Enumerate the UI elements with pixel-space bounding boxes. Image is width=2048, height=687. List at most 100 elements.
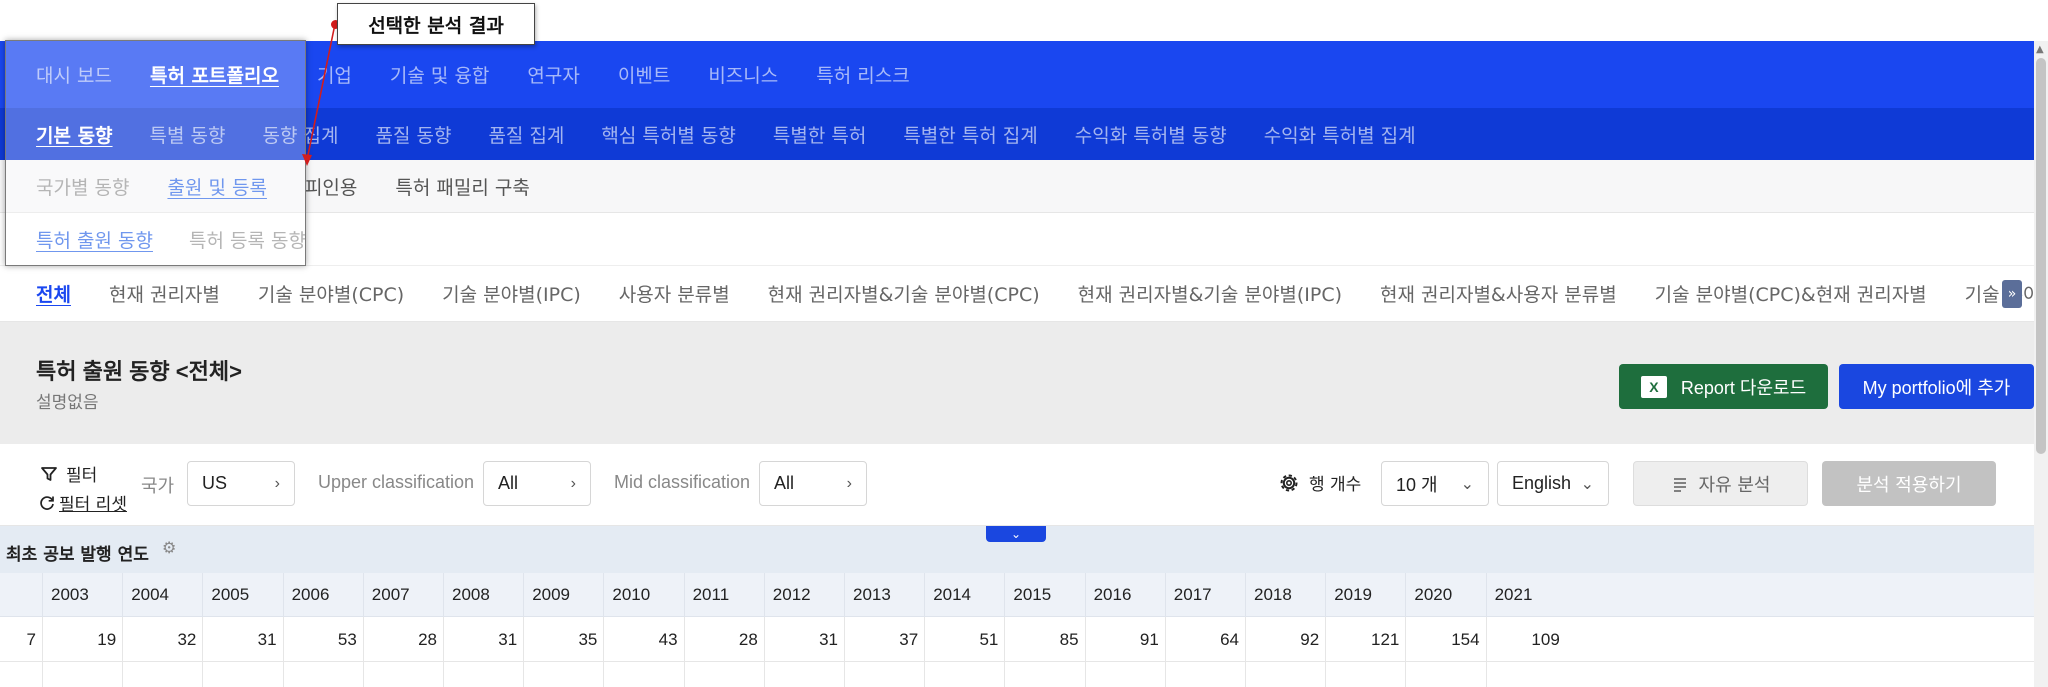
- sub-nav-item-7[interactable]: 특별한 특허 집계: [903, 121, 1037, 148]
- tab-item-9[interactable]: 기술 분야별(IPC)&현재 권리자별: [1965, 280, 2034, 307]
- third-nav-item-2[interactable]: 피인용: [305, 173, 357, 200]
- scrollbar-thumb[interactable]: [2036, 58, 2046, 454]
- tab-item-6[interactable]: 현재 권리자별&기술 분야별(IPC): [1078, 280, 1342, 307]
- chevron-right-icon: ›: [846, 474, 852, 492]
- table-cell: 91: [1084, 617, 1165, 662]
- sub-nav-item-5[interactable]: 핵심 특허별 동향: [601, 121, 735, 148]
- report-download-button[interactable]: X Report 다운로드: [1619, 364, 1828, 409]
- main-nav-item-4[interactable]: 연구자: [527, 61, 579, 88]
- gear-icon: [1280, 474, 1298, 491]
- chevron-down-icon: ⌄: [1460, 475, 1474, 493]
- mid-classification-value: All: [774, 473, 795, 493]
- table-cell: 31: [763, 617, 844, 662]
- table-cell: 28: [683, 617, 764, 662]
- main-nav-item-5[interactable]: 이벤트: [618, 61, 670, 88]
- country-label: 국가: [141, 476, 175, 496]
- table-header-row: 2003 2004 2005 2006 2007 2008 2009 2010 2011 2012…: [0, 573, 2034, 617]
- table-cell-empty: [763, 662, 844, 687]
- tab-item-2[interactable]: 기술 분야별(CPC): [258, 280, 404, 307]
- table-header-cell: 2020: [1405, 573, 1485, 617]
- table-cell: 32: [122, 617, 202, 662]
- filter-toggle[interactable]: 필터: [40, 461, 97, 486]
- table-cell-empty: [1004, 662, 1084, 687]
- page-title: 특허 출원 동향 <전체>: [36, 359, 242, 384]
- table-header-cell: 2018: [1245, 573, 1325, 617]
- tab-item-8[interactable]: 기술 분야별(CPC)&현재 권리자별: [1655, 280, 1927, 307]
- table-cell: 85: [1004, 617, 1084, 662]
- filter-reset-link[interactable]: 필터 리셋: [38, 490, 127, 515]
- double-chevron-right-icon[interactable]: »: [2002, 280, 2022, 308]
- table-cell-empty: [1084, 662, 1165, 687]
- funnel-icon: [41, 466, 57, 481]
- selection-highlight: [5, 40, 306, 266]
- table-cell: 92: [1245, 617, 1325, 662]
- collapse-toggle[interactable]: ⌄: [986, 526, 1046, 542]
- sub-nav-item-6[interactable]: 특별한 특허: [773, 121, 866, 148]
- table-header-cell: 2021: [1485, 573, 1566, 617]
- upper-classification-label: Upper classification: [318, 472, 475, 492]
- row-count-label-group: 행 개수: [1277, 470, 1361, 495]
- country-select[interactable]: US ›: [187, 461, 295, 506]
- table-cell-empty: [443, 662, 523, 687]
- main-nav-item-6[interactable]: 비즈니스: [708, 61, 778, 88]
- table-cell: 154: [1405, 617, 1485, 662]
- language-select[interactable]: English ⌄: [1497, 461, 1609, 506]
- table-cell-empty: [1245, 662, 1325, 687]
- mid-classification-label: Mid classification: [614, 472, 751, 492]
- row-count-value: 10 개: [1396, 474, 1438, 495]
- table-header-cell: 2006: [282, 573, 363, 617]
- table-header-cell: 2009: [523, 573, 603, 617]
- add-to-portfolio-button[interactable]: My portfolio에 추가: [1839, 364, 2034, 409]
- table-cell-empty: [603, 662, 683, 687]
- table-cell: 64: [1164, 617, 1245, 662]
- language-value: English: [1512, 473, 1572, 493]
- apply-analysis-label: 분석 적용하기: [1856, 474, 1962, 496]
- sub-nav-item-3[interactable]: 품질 동향: [375, 121, 451, 148]
- scroll-up-icon[interactable]: ▲: [2036, 44, 2044, 55]
- apply-analysis-button[interactable]: 분석 적용하기: [1822, 461, 1996, 506]
- table-header-cell: 2016: [1084, 573, 1165, 617]
- sub-nav-item-4[interactable]: 품질 집계: [488, 121, 564, 148]
- table-cell: 43: [603, 617, 683, 662]
- tab-item-5[interactable]: 현재 권리자별&기술 분야별(CPC): [768, 280, 1040, 307]
- table-cell: 53: [282, 617, 363, 662]
- sub-nav-item-9[interactable]: 수익화 특허별 집계: [1264, 121, 1416, 148]
- table-header-cell: 2008: [443, 573, 523, 617]
- tab-item-3[interactable]: 기술 분야별(IPC): [442, 280, 581, 307]
- report-download-label: Report 다운로드: [1680, 377, 1807, 398]
- upper-classification-select[interactable]: All ›: [483, 461, 591, 506]
- table-cell: 51: [924, 617, 1004, 662]
- chevron-down-icon: ⌄: [1010, 527, 1022, 541]
- table-cell: 19: [42, 617, 122, 662]
- tab-item-0[interactable]: 전체: [36, 280, 71, 307]
- tab-item-1[interactable]: 현재 권리자별: [109, 280, 220, 307]
- table-header-cell: 2019: [1325, 573, 1405, 617]
- table-cell-empty: [282, 662, 363, 687]
- upper-classification-value: All: [498, 473, 519, 493]
- table-header-cell: 2005: [202, 573, 282, 617]
- tab-item-4[interactable]: 사용자 분류별: [619, 280, 730, 307]
- table-header-cell: 2004: [122, 573, 202, 617]
- table-cell: 109: [1485, 617, 1566, 662]
- main-nav-item-2[interactable]: 기업: [317, 61, 352, 88]
- gear-icon[interactable]: ⚙: [162, 538, 176, 557]
- third-nav-item-3[interactable]: 특허 패밀리 구축: [395, 173, 529, 200]
- free-analysis-label: 자유 분석: [1698, 474, 1771, 496]
- free-analysis-button[interactable]: 자유 분석: [1633, 461, 1808, 506]
- main-nav-item-7[interactable]: 특허 리스크: [816, 61, 909, 88]
- row-count-select[interactable]: 10 개 ⌄: [1381, 461, 1489, 506]
- table-cell-empty: [42, 662, 122, 687]
- main-nav-item-3[interactable]: 기술 및 융합: [390, 61, 489, 88]
- table-cell: 121: [1325, 617, 1405, 662]
- table-header-cell: 2007: [362, 573, 443, 617]
- sub-nav-item-8[interactable]: 수익화 특허별 동향: [1075, 121, 1227, 148]
- list-icon: [1673, 477, 1686, 492]
- top-strip: [0, 0, 2034, 41]
- tab-item-7[interactable]: 현재 권리자별&사용자 분류별: [1380, 280, 1617, 307]
- table-cell: 7: [26, 629, 36, 649]
- table-header-cell: 2003: [42, 573, 122, 617]
- table-cell-empty: [523, 662, 603, 687]
- chevron-right-icon: ›: [570, 474, 576, 492]
- mid-classification-select[interactable]: All ›: [759, 461, 867, 506]
- table-header-cell: 2013: [844, 573, 924, 617]
